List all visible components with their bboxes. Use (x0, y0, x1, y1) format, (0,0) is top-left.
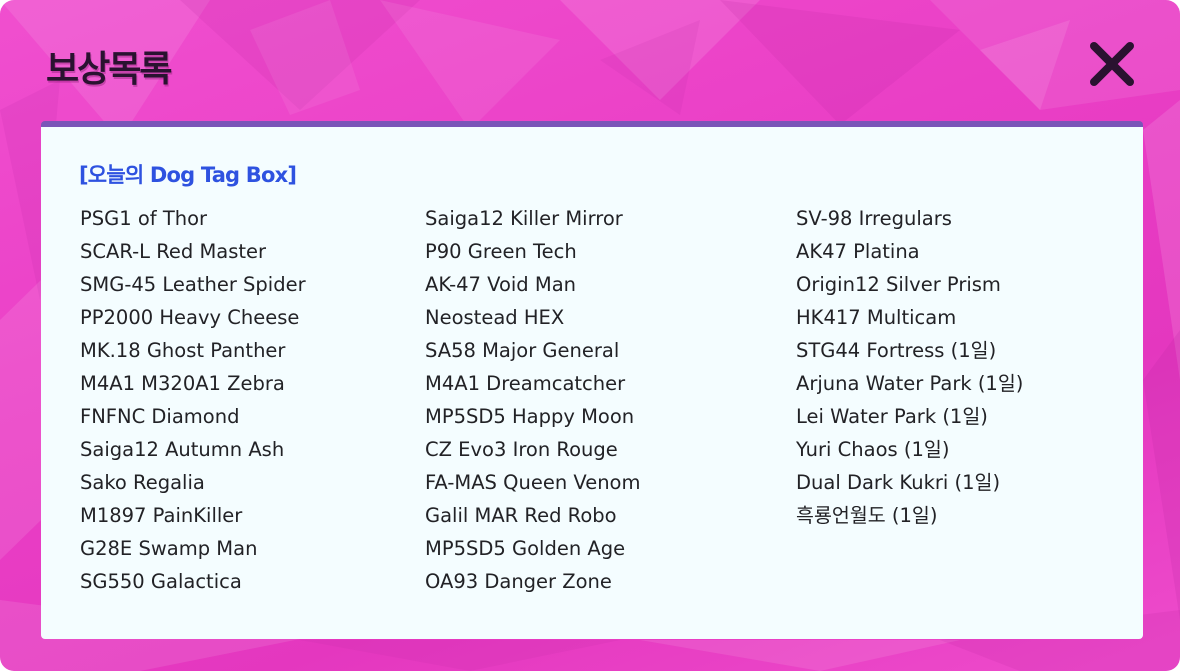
reward-item: HK417 Multicam (796, 306, 957, 329)
reward-item: M1897 PainKiller (80, 504, 243, 527)
reward-item: STG44 Fortress (1일) (796, 339, 997, 362)
reward-item: FNFNC Diamond (80, 405, 240, 428)
reward-panel: [오늘의 Dog Tag Box] PSG1 of Thor SCAR-L Re… (41, 121, 1143, 639)
reward-item: P90 Green Tech (425, 240, 577, 263)
reward-item: SA58 Major General (425, 339, 620, 362)
reward-item: SMG-45 Leather Spider (80, 273, 306, 296)
reward-item: 흑룡언월도 (1일) (796, 504, 938, 527)
reward-item: FA-MAS Queen Venom (425, 471, 641, 494)
reward-item: M4A1 Dreamcatcher (425, 372, 626, 395)
reward-item: Origin12 Silver Prism (796, 273, 1001, 296)
reward-item: M4A1 M320A1 Zebra (80, 372, 285, 395)
reward-item: PP2000 Heavy Cheese (80, 306, 300, 329)
reward-item: AK-47 Void Man (425, 273, 577, 296)
reward-item: Neostead HEX (425, 306, 565, 329)
reward-item: MK.18 Ghost Panther (80, 339, 286, 362)
reward-item: PSG1 of Thor (80, 207, 208, 230)
reward-item: CZ Evo3 Iron Rouge (425, 438, 618, 461)
close-button[interactable] (1082, 36, 1142, 92)
reward-column-2: Saiga12 Killer Mirror P90 Green Tech AK-… (425, 202, 640, 598)
reward-item: Saiga12 Killer Mirror (425, 207, 623, 230)
reward-column-3: SV-98 Irregulars AK47 Platina Origin12 S… (796, 202, 1023, 532)
reward-item: SG550 Galactica (80, 570, 242, 593)
reward-column-1: PSG1 of Thor SCAR-L Red Master SMG-45 Le… (80, 202, 306, 598)
box-heading: [오늘의 Dog Tag Box] (79, 163, 297, 187)
reward-item: MP5SD5 Golden Age (425, 537, 626, 560)
reward-item: SCAR-L Red Master (80, 240, 267, 263)
dialog-title: 보상목록 (46, 49, 172, 90)
reward-item: Dual Dark Kukri (1일) (796, 471, 1001, 494)
close-icon (1090, 42, 1134, 86)
reward-item: AK47 Platina (796, 240, 920, 263)
reward-item: Yuri Chaos (1일) (796, 438, 950, 461)
reward-item: MP5SD5 Happy Moon (425, 405, 635, 428)
reward-item: Arjuna Water Park (1일) (796, 372, 1024, 395)
reward-item: G28E Swamp Man (80, 537, 258, 560)
reward-item: OA93 Danger Zone (425, 570, 612, 593)
reward-list-dialog: 보상목록 [오늘의 Dog Tag Box] PSG1 of Thor SCAR… (0, 0, 1180, 671)
reward-item: Saiga12 Autumn Ash (80, 438, 285, 461)
reward-item: SV-98 Irregulars (796, 207, 952, 230)
reward-item: Lei Water Park (1일) (796, 405, 988, 428)
reward-item: Galil MAR Red Robo (425, 504, 617, 527)
reward-item: Sako Regalia (80, 471, 205, 494)
